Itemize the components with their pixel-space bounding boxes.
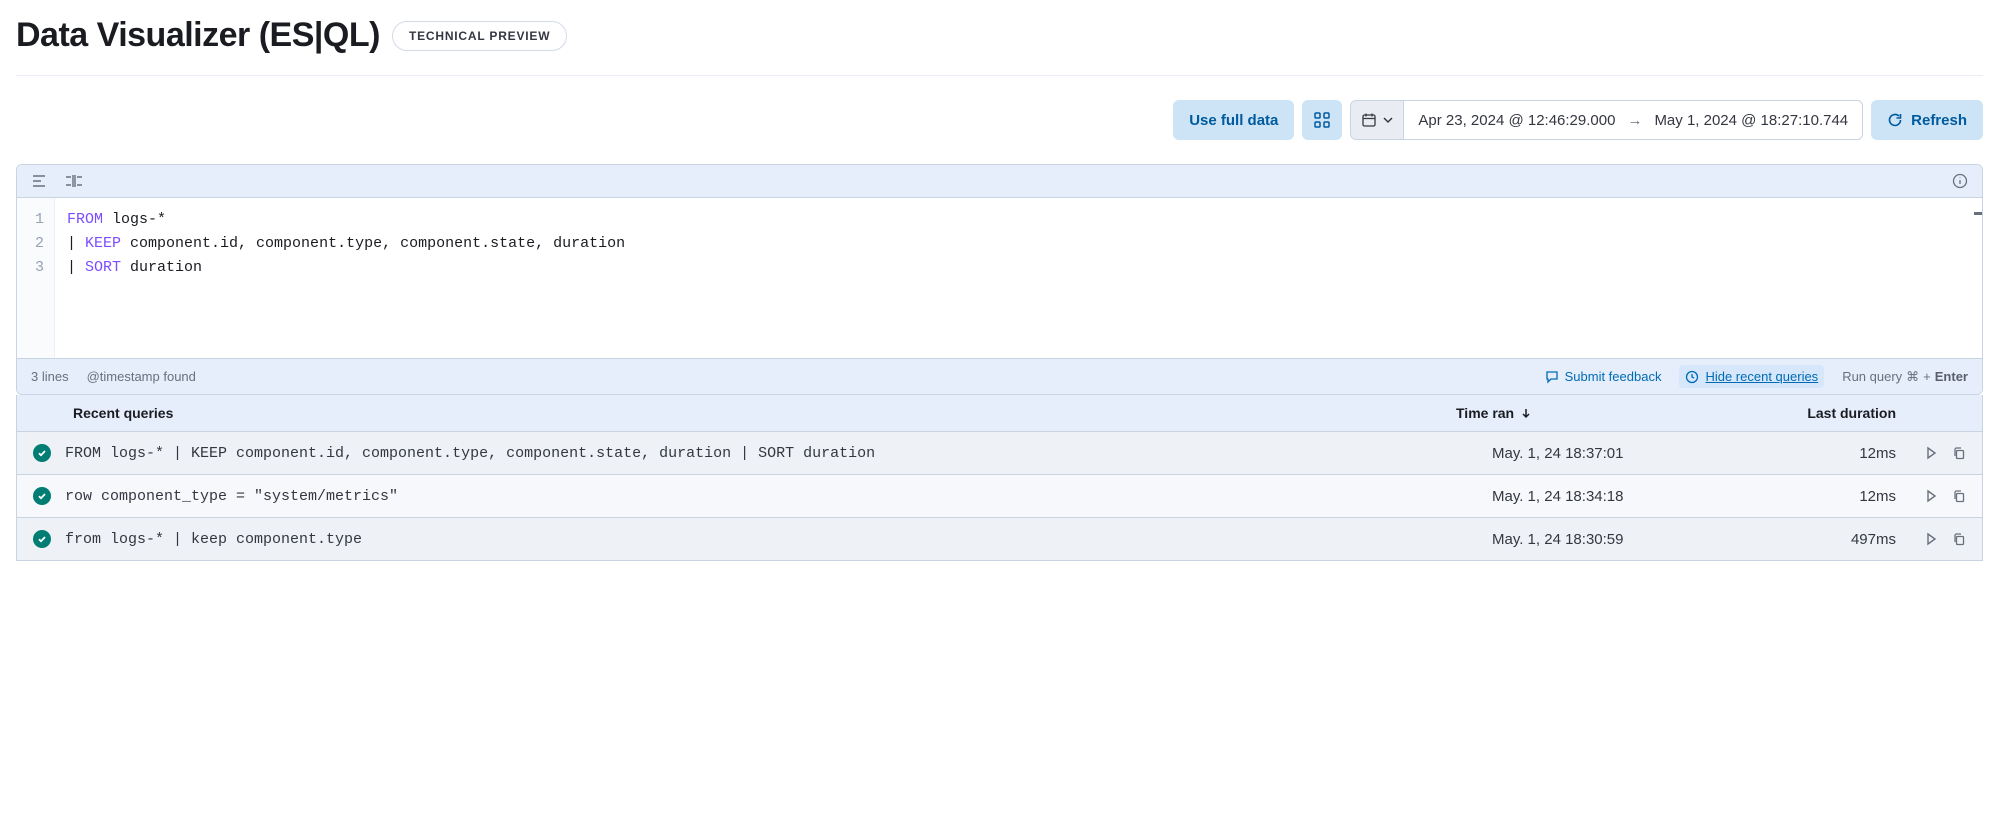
stats-icon bbox=[1314, 112, 1330, 128]
page-header: Data Visualizer (ES|QL) TECHNICAL PREVIE… bbox=[16, 16, 1983, 76]
success-icon bbox=[33, 444, 51, 462]
success-icon bbox=[33, 487, 51, 505]
copy-icon[interactable] bbox=[1952, 532, 1966, 546]
query-text: row component_type = "system/metrics" bbox=[65, 488, 1478, 505]
arrow-right-icon: → bbox=[1627, 112, 1642, 129]
submit-feedback-link[interactable]: Submit feedback bbox=[1545, 369, 1662, 384]
success-icon bbox=[33, 530, 51, 548]
run-query-hint: Run query ⌘ + Enter bbox=[1842, 369, 1968, 385]
preview-badge: TECHNICAL PREVIEW bbox=[392, 21, 567, 51]
run-icon[interactable] bbox=[1924, 489, 1938, 503]
editor-status-bar: 3 lines @timestamp found Submit feedback… bbox=[17, 358, 1982, 394]
query-text: FROM logs-* | KEEP component.id, compone… bbox=[65, 445, 1478, 462]
field-stats-button[interactable] bbox=[1302, 100, 1342, 140]
copy-icon[interactable] bbox=[1952, 489, 1966, 503]
col-time-ran[interactable]: Time ran bbox=[1456, 405, 1756, 421]
recent-queries-header: Recent queries Time ran Last duration bbox=[16, 395, 1983, 432]
query-duration: 497ms bbox=[1806, 531, 1896, 548]
query-time: May. 1, 24 18:37:01 bbox=[1492, 445, 1792, 462]
query-editor: 1 2 3 FROM logs-* | KEEP component.id, c… bbox=[16, 164, 1983, 395]
editor-toolbar bbox=[17, 165, 1982, 198]
query-row[interactable]: from logs-* | keep component.type May. 1,… bbox=[16, 518, 1983, 561]
query-time: May. 1, 24 18:34:18 bbox=[1492, 488, 1792, 505]
editor-body[interactable]: 1 2 3 FROM logs-* | KEEP component.id, c… bbox=[17, 198, 1982, 358]
calendar-button[interactable] bbox=[1351, 101, 1404, 139]
hide-recent-queries-link[interactable]: Hide recent queries bbox=[1679, 365, 1824, 388]
query-row[interactable]: FROM logs-* | KEEP component.id, compone… bbox=[16, 432, 1983, 475]
toolbar: Use full data Apr 23, 2024 @ 12:46:29.00… bbox=[16, 100, 1983, 140]
scrollbar-thumb[interactable] bbox=[1974, 212, 1982, 215]
col-last-duration: Last duration bbox=[1756, 405, 1966, 421]
date-range-display[interactable]: Apr 23, 2024 @ 12:46:29.000 → May 1, 202… bbox=[1404, 112, 1862, 129]
clock-icon bbox=[1685, 370, 1699, 384]
timestamp-status: @timestamp found bbox=[87, 369, 196, 384]
line-gutter: 1 2 3 bbox=[17, 198, 55, 358]
refresh-icon bbox=[1887, 112, 1903, 128]
sort-down-icon bbox=[1520, 407, 1532, 419]
code-area[interactable]: FROM logs-* | KEEP component.id, compone… bbox=[55, 198, 1982, 358]
run-icon[interactable] bbox=[1924, 532, 1938, 546]
calendar-icon bbox=[1361, 112, 1377, 128]
query-text: from logs-* | keep component.type bbox=[65, 531, 1478, 548]
run-icon[interactable] bbox=[1924, 446, 1938, 460]
copy-icon[interactable] bbox=[1952, 446, 1966, 460]
refresh-button[interactable]: Refresh bbox=[1871, 100, 1983, 140]
page-title: Data Visualizer (ES|QL) bbox=[16, 16, 380, 55]
line-count: 3 lines bbox=[31, 369, 69, 384]
chat-icon bbox=[1545, 370, 1559, 384]
query-duration: 12ms bbox=[1806, 488, 1896, 505]
date-range-picker: Apr 23, 2024 @ 12:46:29.000 → May 1, 202… bbox=[1350, 100, 1863, 140]
query-duration: 12ms bbox=[1806, 445, 1896, 462]
date-from: Apr 23, 2024 @ 12:46:29.000 bbox=[1418, 112, 1615, 129]
date-to: May 1, 2024 @ 18:27:10.744 bbox=[1654, 112, 1848, 129]
expand-icon[interactable] bbox=[31, 174, 47, 188]
info-icon[interactable] bbox=[1952, 173, 1968, 189]
query-time: May. 1, 24 18:30:59 bbox=[1492, 531, 1792, 548]
chevron-down-icon bbox=[1383, 115, 1393, 125]
word-wrap-icon[interactable] bbox=[65, 174, 83, 188]
query-row[interactable]: row component_type = "system/metrics" May… bbox=[16, 475, 1983, 518]
col-recent-queries: Recent queries bbox=[73, 405, 1456, 421]
recent-queries: Recent queries Time ran Last duration FR… bbox=[16, 395, 1983, 561]
use-full-data-button[interactable]: Use full data bbox=[1173, 100, 1294, 140]
